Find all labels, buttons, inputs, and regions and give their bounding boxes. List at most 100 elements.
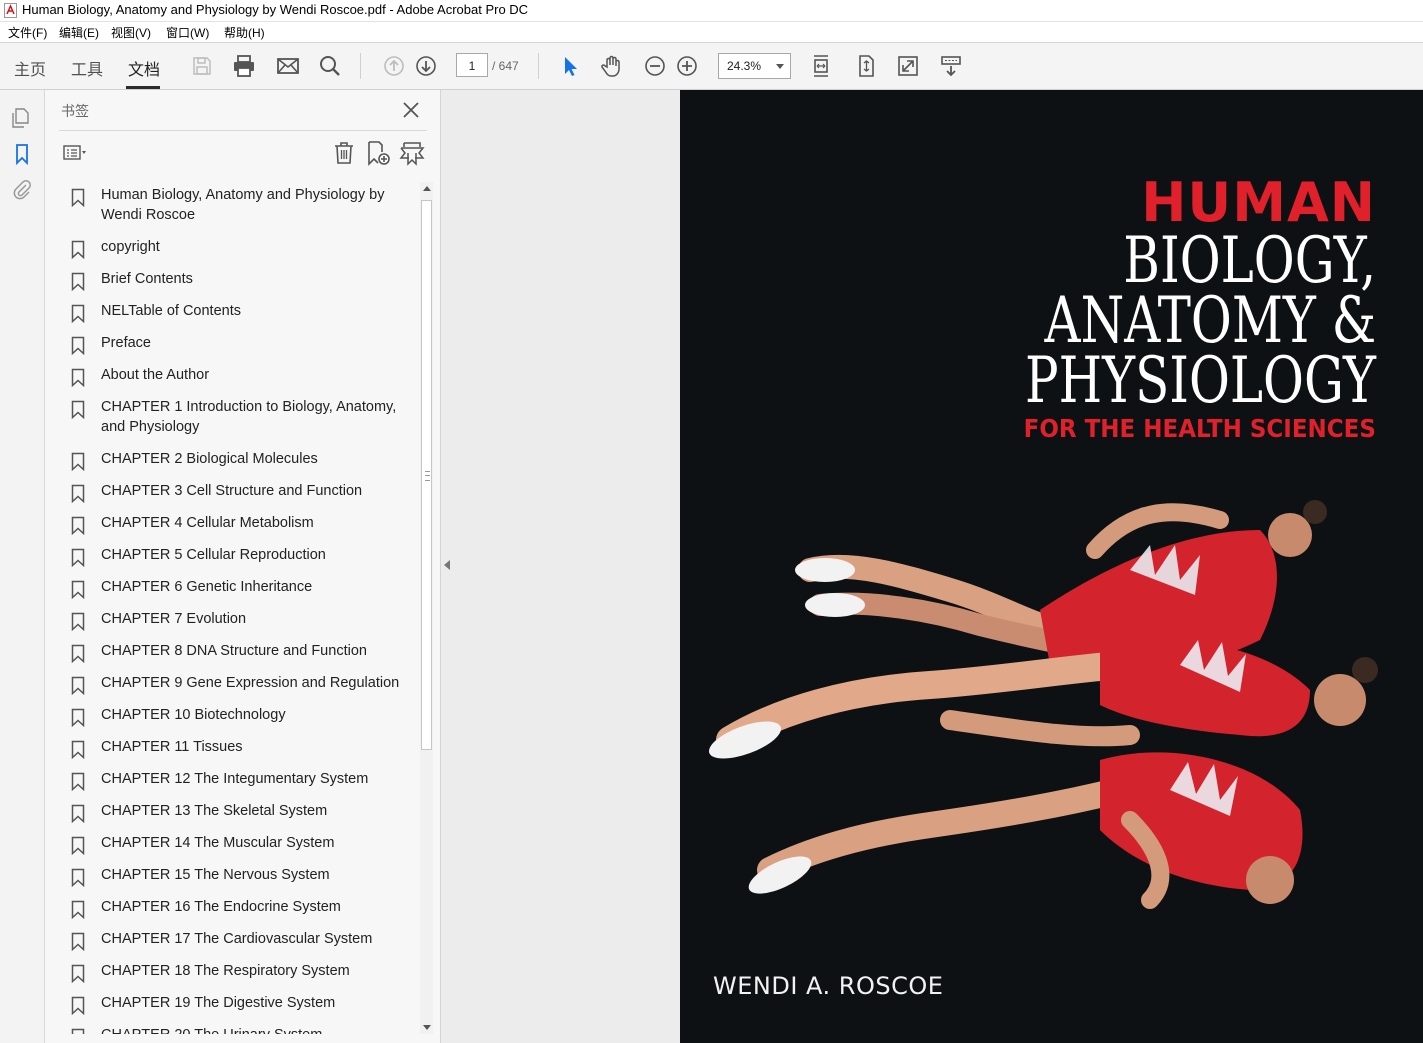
bookmark-item[interactable]: CHAPTER 18 The Respiratory System (59, 958, 415, 990)
bookmark-item[interactable]: CHAPTER 7 Evolution (59, 606, 415, 638)
bookmark-icon (71, 452, 85, 471)
bookmark-label: Human Biology, Anatomy and Physiology by… (101, 187, 385, 223)
tab-document[interactable]: 文档 (128, 56, 160, 80)
bookmark-item[interactable]: CHAPTER 12 The Integumentary System (59, 766, 415, 798)
next-page-icon[interactable] (412, 52, 440, 80)
tab-home[interactable]: 主页 (14, 56, 46, 80)
window-title-bar: Human Biology, Anatomy and Physiology by… (0, 0, 1423, 22)
cover-title-line-3: ANATOMY & (1044, 284, 1376, 358)
bookmark-item[interactable]: CHAPTER 4 Cellular Metabolism (59, 510, 415, 542)
full-screen-icon[interactable] (894, 52, 922, 80)
bookmark-item[interactable]: CHAPTER 1 Introduction to Biology, Anato… (59, 394, 415, 446)
bookmark-icon (71, 708, 85, 727)
chevron-down-icon (776, 64, 784, 69)
bookmark-item[interactable]: CHAPTER 20 The Urinary System (59, 1022, 415, 1034)
bookmark-label: Brief Contents (101, 271, 193, 287)
scroll-down-icon[interactable] (423, 1025, 431, 1030)
read-mode-icon[interactable] (937, 52, 965, 80)
bookmarks-icon[interactable] (10, 142, 34, 166)
scroll-up-icon[interactable] (423, 186, 431, 191)
bookmark-item[interactable]: CHAPTER 13 The Skeletal System (59, 798, 415, 830)
cover-subtitle: FOR THE HEALTH SCIENCES (1023, 414, 1376, 443)
delete-bookmark-icon[interactable] (330, 139, 358, 167)
pdf-page[interactable]: HUMAN BIOLOGY, ANATOMY & PHYSIOLOGY FOR … (680, 90, 1423, 1043)
bookmark-item[interactable]: CHAPTER 10 Biotechnology (59, 702, 415, 734)
bookmark-label: CHAPTER 15 The Nervous System (101, 867, 330, 883)
bookmark-item[interactable]: CHAPTER 5 Cellular Reproduction (59, 542, 415, 574)
bookmark-icon (71, 580, 85, 599)
bookmark-label: CHAPTER 9 Gene Expression and Regulation (101, 675, 400, 691)
bookmark-item[interactable]: Brief Contents (59, 266, 415, 298)
bookmark-label: CHAPTER 14 The Muscular System (101, 835, 335, 851)
bookmark-list-scrollbar[interactable] (420, 182, 433, 1034)
toolbar-separator (360, 53, 361, 79)
bookmark-label: CHAPTER 5 Cellular Reproduction (101, 547, 326, 563)
menu-edit[interactable]: 编辑(E) (59, 24, 99, 41)
bookmark-item[interactable]: CHAPTER 17 The Cardiovascular System (59, 926, 415, 958)
bookmark-icon (71, 1028, 85, 1034)
page-number-input[interactable]: 1 (456, 53, 488, 77)
bookmark-label: CHAPTER 11 Tissues (101, 739, 243, 755)
bookmark-item[interactable]: Human Biology, Anatomy and Physiology by… (59, 182, 415, 234)
zoom-out-icon[interactable] (641, 52, 669, 80)
close-icon[interactable] (399, 98, 423, 122)
window-title: Human Biology, Anatomy and Physiology by… (22, 2, 529, 17)
fit-page-icon[interactable] (852, 52, 880, 80)
bookmark-item[interactable]: CHAPTER 6 Genetic Inheritance (59, 574, 415, 606)
bookmark-icon (71, 516, 85, 535)
collapse-pane-icon[interactable] (444, 560, 450, 570)
zoom-level-select[interactable]: 24.3% (718, 53, 791, 79)
hand-tool-icon[interactable] (598, 52, 626, 80)
bookmark-label: CHAPTER 8 DNA Structure and Function (101, 643, 367, 659)
fit-width-scroll-icon[interactable] (807, 52, 835, 80)
bookmark-item[interactable]: CHAPTER 14 The Muscular System (59, 830, 415, 862)
cover-gymnast-photo (708, 500, 1378, 909)
bookmark-item[interactable]: CHAPTER 15 The Nervous System (59, 862, 415, 894)
bookmark-item[interactable]: Preface (59, 330, 415, 362)
navigation-pane-rail (0, 90, 45, 1043)
email-icon[interactable] (274, 52, 302, 80)
bookmark-icon (71, 240, 85, 259)
previous-page-icon[interactable] (380, 52, 408, 80)
bookmark-options-icon[interactable] (61, 139, 89, 167)
new-bookmark-icon[interactable] (364, 139, 392, 167)
bookmark-item[interactable]: CHAPTER 19 The Digestive System (59, 990, 415, 1022)
bookmark-item[interactable]: CHAPTER 2 Biological Molecules (59, 446, 415, 478)
bookmark-item[interactable]: NELTable of Contents (59, 298, 415, 330)
print-icon[interactable] (230, 52, 258, 80)
menu-help[interactable]: 帮助(H) (224, 24, 265, 41)
attachments-icon[interactable] (10, 178, 34, 202)
bookmark-item[interactable]: CHAPTER 8 DNA Structure and Function (59, 638, 415, 670)
scrollbar-thumb[interactable] (421, 200, 432, 750)
bookmark-item[interactable]: copyright (59, 234, 415, 266)
bookmark-icon (71, 772, 85, 791)
bookmark-item[interactable]: CHAPTER 9 Gene Expression and Regulation (59, 670, 415, 702)
bookmark-expand-icon[interactable] (398, 139, 426, 167)
bookmark-label: CHAPTER 1 Introduction to Biology, Anato… (101, 399, 397, 435)
search-icon[interactable] (316, 52, 344, 80)
bookmark-list: Human Biology, Anatomy and Physiology by… (59, 182, 415, 1034)
cover-title-line-4: PHYSIOLOGY (1025, 344, 1376, 418)
select-cursor-icon[interactable] (556, 52, 584, 80)
page-thumbnails-icon[interactable] (10, 106, 34, 130)
bookmark-item[interactable]: About the Author (59, 362, 415, 394)
save-icon[interactable] (188, 52, 216, 80)
bookmarks-panel: 书签 Human Biology, Anatomy and Physiology… (45, 90, 441, 1043)
tab-tools[interactable]: 工具 (71, 56, 103, 80)
menu-view[interactable]: 视图(V) (111, 24, 151, 41)
bookmark-item[interactable]: CHAPTER 16 The Endocrine System (59, 894, 415, 926)
bookmark-icon (71, 304, 85, 323)
cover-author: WENDI A. ROSCOE (713, 972, 944, 1000)
menu-window[interactable]: 窗口(W) (166, 24, 209, 41)
bookmark-label: CHAPTER 3 Cell Structure and Function (101, 483, 363, 499)
bookmark-icon (71, 548, 85, 567)
bookmark-label: NELTable of Contents (101, 303, 241, 319)
bookmark-item[interactable]: CHAPTER 11 Tissues (59, 734, 415, 766)
zoom-in-icon[interactable] (673, 52, 701, 80)
bookmark-item[interactable]: CHAPTER 3 Cell Structure and Function (59, 478, 415, 510)
menu-file[interactable]: 文件(F) (8, 24, 47, 41)
menu-bar: 文件(F) 编辑(E) 视图(V) 窗口(W) 帮助(H) (0, 22, 1423, 43)
bookmark-icon (71, 804, 85, 823)
bookmark-icon (71, 740, 85, 759)
main-toolbar: 主页 工具 文档 1 / 647 24.3% (0, 43, 1423, 90)
